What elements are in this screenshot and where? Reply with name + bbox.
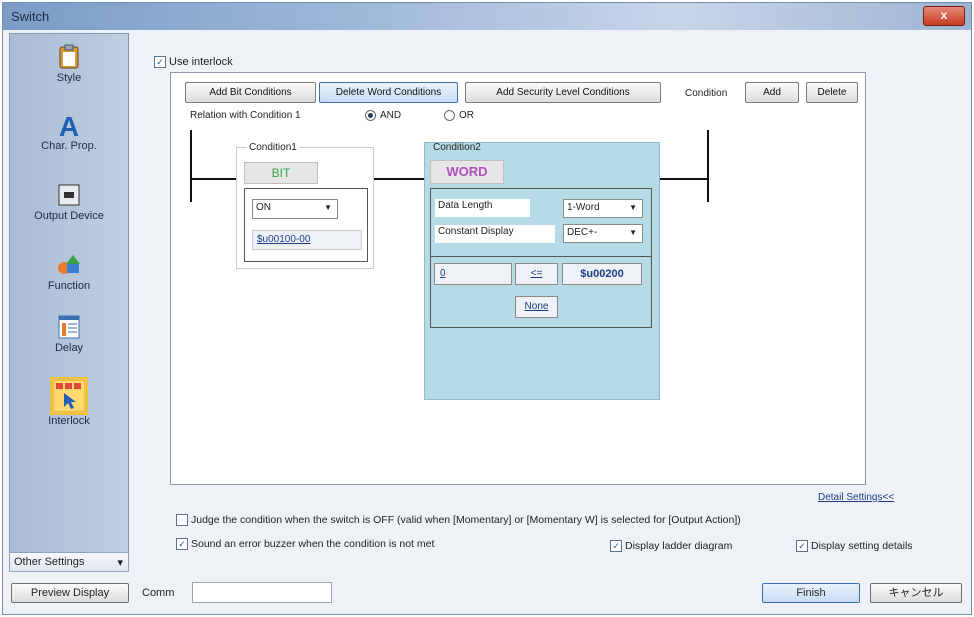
cancel-button[interactable]: キャンセル	[870, 583, 962, 603]
and-label: AND	[380, 110, 402, 122]
preview-display-button[interactable]: Preview Display	[11, 583, 129, 603]
window-title: Switch	[11, 9, 50, 24]
close-button[interactable]: x	[923, 6, 965, 26]
add-bit-conditions-button[interactable]: Add Bit Conditions	[185, 82, 316, 103]
sidebar-item-style[interactable]: Style	[10, 44, 128, 84]
setting-details-label: Display setting details	[811, 540, 913, 552]
bit-state-dropdown[interactable]: ON ▼	[252, 199, 338, 219]
checkbox-icon: ✓	[176, 538, 188, 551]
constant-display-dropdown[interactable]: DEC+- ▼	[563, 224, 643, 243]
condition-label: Condition	[685, 88, 728, 99]
comment-input[interactable]	[192, 582, 332, 603]
function-shapes-icon	[58, 255, 80, 274]
operator-field[interactable]: <=	[515, 263, 558, 285]
radio-empty-icon	[444, 110, 455, 121]
use-interlock-checkbox[interactable]: ✓ Use interlock	[154, 56, 233, 69]
sidebar-item-label: Function	[47, 280, 91, 292]
left-ladder-rail	[190, 130, 192, 202]
ladder-diagram-label: Display ladder diagram	[625, 540, 733, 552]
operator-value: <=	[530, 268, 543, 279]
dropdown-arrow-icon: ▼	[324, 203, 332, 212]
use-interlock-label: Use interlock	[169, 56, 233, 68]
sidebar-item-label: Interlock	[48, 415, 90, 427]
ladder-wire-left	[190, 178, 238, 180]
word-device-value: $u00200	[580, 268, 624, 280]
data-length-dropdown[interactable]: 1-Word ▼	[563, 199, 643, 218]
sidebar-item-delay[interactable]: Delay	[10, 314, 128, 354]
settings-divider	[430, 256, 652, 257]
close-icon: x	[940, 8, 948, 22]
delete-word-conditions-button[interactable]: Delete Word Conditions	[319, 82, 458, 103]
radio-selected-icon	[365, 110, 376, 121]
interlock-icon	[50, 377, 88, 415]
condition2-title: Condition2	[433, 142, 481, 153]
checkbox-icon: ✓	[154, 56, 166, 69]
relation-label: Relation with Condition 1	[190, 110, 301, 121]
clipboard-style-icon	[59, 44, 79, 69]
output-device-icon	[58, 184, 80, 206]
sidebar-item-function[interactable]: Function	[10, 252, 128, 292]
ladder-wire-middle	[374, 178, 424, 180]
word-device-field[interactable]: $u00200	[562, 263, 642, 285]
detail-settings-link[interactable]: Detail Settings<<	[818, 492, 894, 503]
bit-state-value: ON	[256, 202, 271, 213]
sidebar-item-label: Output Device	[34, 210, 104, 222]
sidebar-item-label: Style	[56, 72, 82, 84]
add-security-level-conditions-button[interactable]: Add Security Level Conditions	[465, 82, 661, 103]
ladder-diagram-checkbox[interactable]: ✓ Display ladder diagram	[610, 540, 733, 553]
dropdown-arrow-icon: ▼	[629, 228, 637, 237]
checkbox-icon: ✓	[796, 540, 808, 553]
none-field[interactable]: None	[515, 296, 558, 318]
word-type-label: WORD	[430, 160, 504, 184]
finish-button[interactable]: Finish	[762, 583, 860, 603]
sidebar-item-interlock[interactable]: Interlock	[10, 377, 128, 427]
bit-type-label: BIT	[244, 162, 318, 184]
bit-device-value: $u00100-00	[257, 234, 311, 245]
svg-text:A: A	[59, 112, 79, 138]
sidebar-item-output-device[interactable]: Output Device	[10, 182, 128, 222]
none-label: None	[524, 301, 549, 312]
sidebar-item-char-prop[interactable]: A Char. Prop.	[10, 112, 128, 152]
sidebar: Style A Char. Prop. Output Device Functi…	[9, 33, 129, 569]
constant-value-field[interactable]: 0	[434, 263, 512, 285]
delay-list-icon	[58, 315, 80, 339]
other-settings-label: Other Settings	[14, 556, 85, 568]
checkbox-icon: ✓	[610, 540, 622, 553]
sound-error-checkbox[interactable]: ✓ Sound an error buzzer when the conditio…	[176, 538, 435, 551]
judge-off-checkbox[interactable]: Judge the condition when the switch is O…	[176, 514, 741, 527]
constant-display-label: Constant Display	[435, 225, 555, 243]
data-length-label: Data Length	[435, 199, 530, 217]
constant-display-value: DEC+-	[567, 227, 598, 238]
data-length-value: 1-Word	[567, 202, 600, 213]
sidebar-item-label: Char. Prop.	[41, 140, 97, 152]
dropdown-arrow-icon: ▼	[629, 203, 637, 212]
bit-device-field[interactable]: $u00100-00	[252, 230, 362, 250]
sidebar-item-label: Delay	[54, 342, 84, 354]
chevron-down-icon: ▾	[117, 557, 123, 569]
letter-a-icon: A	[59, 112, 79, 138]
sound-error-label: Sound an error buzzer when the condition…	[191, 538, 435, 550]
constant-value: 0	[440, 268, 446, 279]
ladder-wire-right	[660, 178, 708, 180]
other-settings-dropdown[interactable]: Other Settings ▾	[9, 552, 129, 572]
title-bar[interactable]: Switch x	[3, 3, 971, 30]
comment-label: Comm	[142, 587, 175, 599]
relation-or-radio[interactable]: OR	[444, 110, 474, 121]
delete-condition-button[interactable]: Delete	[806, 82, 858, 103]
right-ladder-rail	[707, 130, 709, 202]
or-label: OR	[459, 110, 474, 122]
add-condition-button[interactable]: Add	[745, 82, 799, 103]
condition1-title: Condition1	[247, 142, 299, 153]
relation-and-radio[interactable]: AND	[365, 110, 401, 121]
checkbox-icon	[176, 514, 188, 527]
setting-details-checkbox[interactable]: ✓ Display setting details	[796, 540, 913, 553]
judge-off-label: Judge the condition when the switch is O…	[191, 514, 741, 526]
